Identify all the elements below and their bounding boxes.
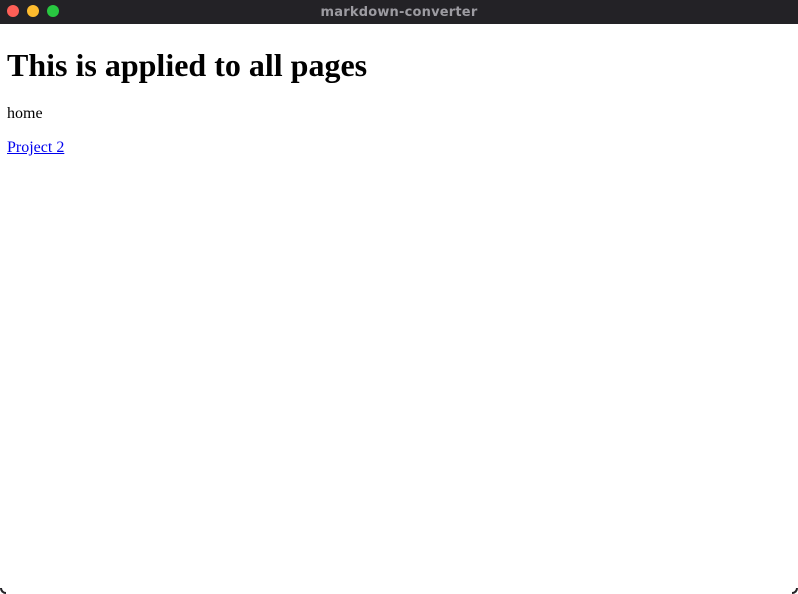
close-button[interactable] bbox=[7, 5, 19, 17]
app-window: markdown-converter This is applied to al… bbox=[0, 0, 798, 594]
page-heading: This is applied to all pages bbox=[7, 47, 368, 83]
maximize-button[interactable] bbox=[47, 5, 59, 17]
window-controls bbox=[7, 5, 59, 17]
project-2-link[interactable]: Project 2 bbox=[7, 138, 64, 158]
window-title: markdown-converter bbox=[320, 4, 478, 20]
page-text: home bbox=[7, 105, 43, 122]
title-bar[interactable]: markdown-converter bbox=[0, 0, 798, 24]
minimize-button[interactable] bbox=[27, 5, 39, 17]
page-content: This is applied to all pages home Projec… bbox=[0, 24, 798, 594]
